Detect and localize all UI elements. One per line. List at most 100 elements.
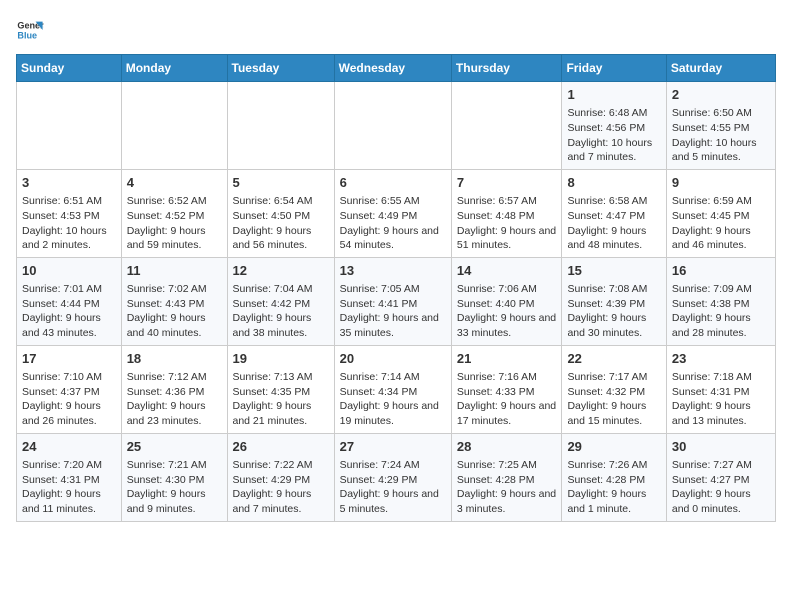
day-info: Sunrise: 7:10 AMSunset: 4:37 PMDaylight:… — [22, 370, 116, 429]
calendar-cell: 23 Sunrise: 7:18 AMSunset: 4:31 PMDayligh… — [666, 345, 775, 433]
calendar-cell: 7Sunrise: 6:57 AMSunset: 4:48 PMDaylight… — [451, 169, 562, 257]
svg-text:Blue: Blue — [17, 30, 37, 40]
column-header-thursday: Thursday — [451, 55, 562, 82]
calendar-cell: 8 Sunrise: 6:58 AMSunset: 4:47 PMDaylight… — [562, 169, 666, 257]
day-info: Sunrise: 6:50 AMSunset: 4:55 PMDaylight:… — [672, 106, 770, 165]
day-number: 13 — [340, 262, 446, 280]
day-info: Sunrise: 7:12 AMSunset: 4:36 PMDaylight:… — [127, 370, 222, 429]
day-info: Sunrise: 7:09 AMSunset: 4:38 PMDaylight:… — [672, 282, 770, 341]
day-number: 21 — [457, 350, 557, 368]
day-number: 5 — [233, 174, 329, 192]
calendar-table: SundayMondayTuesdayWednesdayThursdayFrid… — [16, 54, 776, 522]
week-row-4: 17 Sunrise: 7:10 AMSunset: 4:37 PMDayligh… — [17, 345, 776, 433]
calendar-cell: 16 Sunrise: 7:09 AMSunset: 4:38 PMDayligh… — [666, 257, 775, 345]
calendar-cell: 1 Sunrise: 6:48 AMSunset: 4:56 PMDaylight… — [562, 82, 666, 170]
day-info: Sunrise: 7:04 AMSunset: 4:42 PMDaylight:… — [233, 282, 329, 341]
calendar-cell: 2 Sunrise: 6:50 AMSunset: 4:55 PMDaylight… — [666, 82, 775, 170]
column-header-saturday: Saturday — [666, 55, 775, 82]
day-number: 10 — [22, 262, 116, 280]
week-row-3: 10 Sunrise: 7:01 AMSunset: 4:44 PMDayligh… — [17, 257, 776, 345]
day-info: Sunrise: 7:06 AMSunset: 4:40 PMDaylight:… — [457, 282, 557, 341]
day-number: 23 — [672, 350, 770, 368]
day-number: 26 — [233, 438, 329, 456]
calendar-cell: 17 Sunrise: 7:10 AMSunset: 4:37 PMDayligh… — [17, 345, 122, 433]
week-row-5: 24 Sunrise: 7:20 AMSunset: 4:31 PMDayligh… — [17, 433, 776, 521]
column-header-tuesday: Tuesday — [227, 55, 334, 82]
day-info: Sunrise: 6:59 AMSunset: 4:45 PMDaylight:… — [672, 194, 770, 253]
day-number: 19 — [233, 350, 329, 368]
day-number: 14 — [457, 262, 557, 280]
day-info: Sunrise: 7:05 AMSunset: 4:41 PMDaylight:… — [340, 282, 446, 341]
calendar-cell: 11 Sunrise: 7:02 AMSunset: 4:43 PMDayligh… — [121, 257, 227, 345]
calendar-cell: 26Sunrise: 7:22 AMSunset: 4:29 PMDayligh… — [227, 433, 334, 521]
day-number: 28 — [457, 438, 557, 456]
day-number: 20 — [340, 350, 446, 368]
day-info: Sunrise: 7:02 AMSunset: 4:43 PMDaylight:… — [127, 282, 222, 341]
day-number: 30 — [672, 438, 770, 456]
day-info: Sunrise: 7:01 AMSunset: 4:44 PMDaylight:… — [22, 282, 116, 341]
day-number: 8 — [567, 174, 660, 192]
calendar-cell — [451, 82, 562, 170]
week-row-1: 1 Sunrise: 6:48 AMSunset: 4:56 PMDaylight… — [17, 82, 776, 170]
day-number: 24 — [22, 438, 116, 456]
calendar-cell: 21 Sunrise: 7:16 AMSunset: 4:33 PMDayligh… — [451, 345, 562, 433]
day-number: 7 — [457, 174, 557, 192]
day-number: 1 — [567, 86, 660, 104]
day-number: 2 — [672, 86, 770, 104]
calendar-cell: 18 Sunrise: 7:12 AMSunset: 4:36 PMDayligh… — [121, 345, 227, 433]
calendar-cell: 20Sunrise: 7:14 AMSunset: 4:34 PMDayligh… — [334, 345, 451, 433]
day-info: Sunrise: 6:58 AMSunset: 4:47 PMDaylight:… — [567, 194, 660, 253]
week-row-2: 3Sunrise: 6:51 AMSunset: 4:53 PMDaylight… — [17, 169, 776, 257]
calendar-cell: 25Sunrise: 7:21 AMSunset: 4:30 PMDayligh… — [121, 433, 227, 521]
column-header-monday: Monday — [121, 55, 227, 82]
calendar-body: 1 Sunrise: 6:48 AMSunset: 4:56 PMDaylight… — [17, 82, 776, 522]
day-number: 25 — [127, 438, 222, 456]
day-number: 4 — [127, 174, 222, 192]
day-info: Sunrise: 7:18 AMSunset: 4:31 PMDaylight:… — [672, 370, 770, 429]
logo-icon: General Blue — [16, 16, 44, 44]
day-number: 16 — [672, 262, 770, 280]
calendar-cell: 27 Sunrise: 7:24 AMSunset: 4:29 PMDayligh… — [334, 433, 451, 521]
day-number: 12 — [233, 262, 329, 280]
day-info: Sunrise: 7:25 AMSunset: 4:28 PMDaylight:… — [457, 458, 557, 517]
calendar-header: SundayMondayTuesdayWednesdayThursdayFrid… — [17, 55, 776, 82]
day-info: Sunrise: 6:55 AMSunset: 4:49 PMDaylight:… — [340, 194, 446, 253]
calendar-cell: 24 Sunrise: 7:20 AMSunset: 4:31 PMDayligh… — [17, 433, 122, 521]
calendar-cell: 6 Sunrise: 6:55 AMSunset: 4:49 PMDaylight… — [334, 169, 451, 257]
day-info: Sunrise: 7:20 AMSunset: 4:31 PMDaylight:… — [22, 458, 116, 517]
calendar-cell: 10 Sunrise: 7:01 AMSunset: 4:44 PMDayligh… — [17, 257, 122, 345]
day-info: Sunrise: 6:54 AMSunset: 4:50 PMDaylight:… — [233, 194, 329, 253]
calendar-cell: 12 Sunrise: 7:04 AMSunset: 4:42 PMDayligh… — [227, 257, 334, 345]
calendar-cell: 4 Sunrise: 6:52 AMSunset: 4:52 PMDaylight… — [121, 169, 227, 257]
calendar-cell: 15 Sunrise: 7:08 AMSunset: 4:39 PMDayligh… — [562, 257, 666, 345]
day-number: 11 — [127, 262, 222, 280]
day-number: 18 — [127, 350, 222, 368]
calendar-cell: 28 Sunrise: 7:25 AMSunset: 4:28 PMDayligh… — [451, 433, 562, 521]
column-header-friday: Friday — [562, 55, 666, 82]
day-info: Sunrise: 7:16 AMSunset: 4:33 PMDaylight:… — [457, 370, 557, 429]
calendar-cell: 13 Sunrise: 7:05 AMSunset: 4:41 PMDayligh… — [334, 257, 451, 345]
day-info: Sunrise: 7:24 AMSunset: 4:29 PMDaylight:… — [340, 458, 446, 517]
day-number: 6 — [340, 174, 446, 192]
day-number: 9 — [672, 174, 770, 192]
day-info: Sunrise: 6:52 AMSunset: 4:52 PMDaylight:… — [127, 194, 222, 253]
day-info: Sunrise: 6:51 AMSunset: 4:53 PMDaylight:… — [22, 194, 116, 253]
calendar-cell: 9 Sunrise: 6:59 AMSunset: 4:45 PMDaylight… — [666, 169, 775, 257]
calendar-cell: 14 Sunrise: 7:06 AMSunset: 4:40 PMDayligh… — [451, 257, 562, 345]
column-header-sunday: Sunday — [17, 55, 122, 82]
day-number: 17 — [22, 350, 116, 368]
calendar-cell — [17, 82, 122, 170]
page-header: General Blue — [16, 16, 776, 44]
calendar-cell: 19 Sunrise: 7:13 AMSunset: 4:35 PMDayligh… — [227, 345, 334, 433]
calendar-cell — [334, 82, 451, 170]
calendar-cell — [121, 82, 227, 170]
calendar-cell: 3Sunrise: 6:51 AMSunset: 4:53 PMDaylight… — [17, 169, 122, 257]
day-number: 15 — [567, 262, 660, 280]
day-info: Sunrise: 7:13 AMSunset: 4:35 PMDaylight:… — [233, 370, 329, 429]
logo: General Blue — [16, 16, 44, 44]
day-info: Sunrise: 6:48 AMSunset: 4:56 PMDaylight:… — [567, 106, 660, 165]
day-info: Sunrise: 7:08 AMSunset: 4:39 PMDaylight:… — [567, 282, 660, 341]
calendar-cell: 30 Sunrise: 7:27 AMSunset: 4:27 PMDayligh… — [666, 433, 775, 521]
day-number: 27 — [340, 438, 446, 456]
day-info: Sunrise: 7:27 AMSunset: 4:27 PMDaylight:… — [672, 458, 770, 517]
